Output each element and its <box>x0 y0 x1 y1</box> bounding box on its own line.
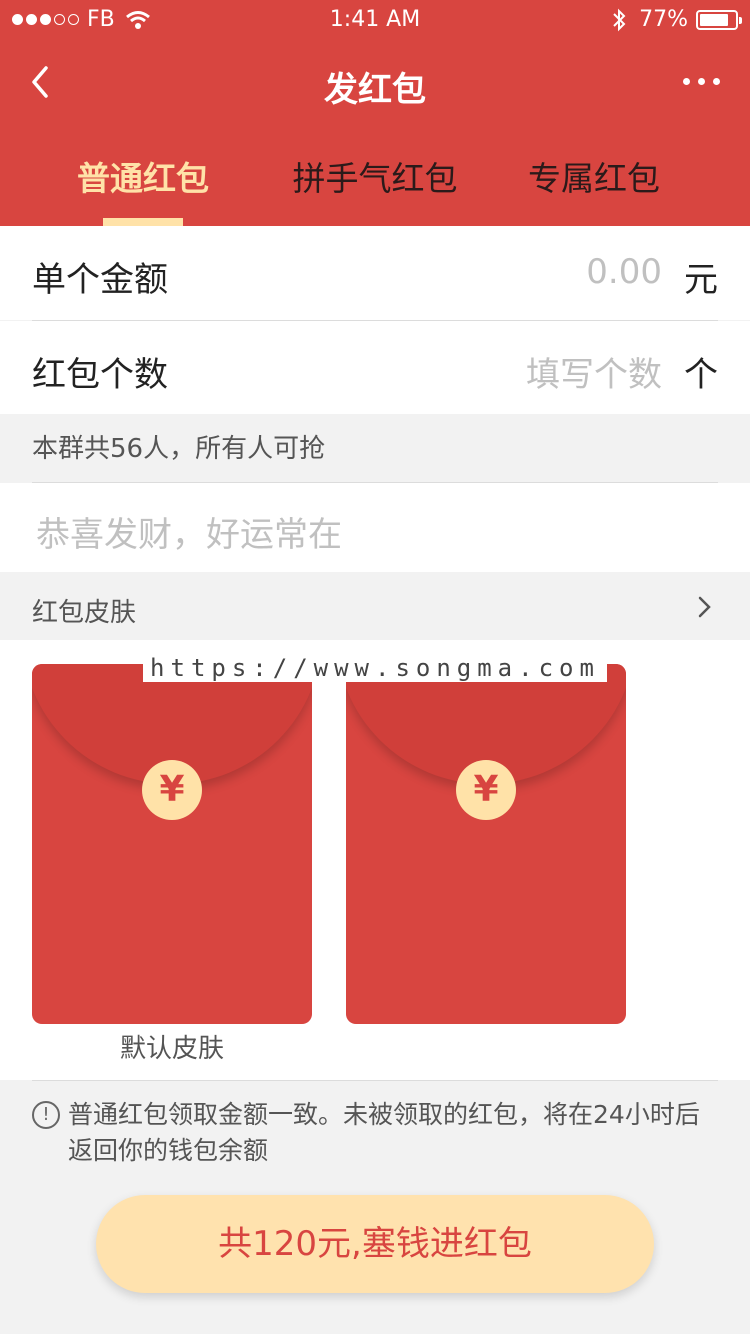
notice-text: 普通红包领取金额一致。未被领取的红包，将在24小时后返回你的钱包余额 <box>68 1100 700 1165</box>
watermark-url: https://www.songma.com <box>143 654 607 682</box>
status-right: 77% <box>611 7 742 32</box>
count-unit: 个 <box>684 355 718 395</box>
skin-header-label: 红包皮肤 <box>32 598 137 628</box>
count-row[interactable]: 红包个数 填写个数 个 <box>0 321 750 414</box>
battery-icon <box>696 9 742 30</box>
tab-exclusive-red-packet[interactable]: 专属红包 <box>474 152 714 200</box>
count-input[interactable]: 填写个数 <box>526 347 662 396</box>
group-info-row: 本群共56人，所有人可抢 <box>0 414 750 482</box>
yuan-coin-icon: ¥ <box>142 760 202 820</box>
skin-second-envelope[interactable]: ¥ <box>346 664 626 1024</box>
message-input[interactable]: 恭喜发财，好运常在 <box>36 507 342 556</box>
more-button[interactable] <box>683 78 720 85</box>
more-dots-icon <box>683 78 690 85</box>
tab-normal-red-packet[interactable]: 普通红包 <box>23 152 263 200</box>
chevron-right-icon <box>698 596 711 618</box>
amount-label: 单个金额 <box>32 260 168 300</box>
skins-area: ¥ 默认皮肤 ¥ <box>0 640 750 1080</box>
yuan-coin-icon: ¥ <box>456 760 516 820</box>
divider <box>32 1080 718 1081</box>
skin-default-envelope[interactable]: ¥ <box>32 664 312 1024</box>
nav-bar: 发红包 普通红包 拼手气红包 专属红包 <box>0 40 750 226</box>
skin-header-row[interactable]: 红包皮肤 <box>0 572 750 640</box>
bluetooth-icon <box>613 8 626 31</box>
count-label: 红包个数 <box>32 355 168 395</box>
amount-input[interactable]: 0.00 <box>586 252 662 292</box>
tab-indicator <box>103 218 183 226</box>
amount-row[interactable]: 单个金额 0.00 元 <box>0 226 750 320</box>
group-info: 本群共56人，所有人可抢 <box>32 434 326 464</box>
submit-button[interactable]: 共120元,塞钱进红包 <box>96 1195 654 1293</box>
info-icon: ! <box>32 1101 60 1129</box>
skin-default-caption: 默认皮肤 <box>119 1034 224 1064</box>
amount-unit: 元 <box>684 260 718 300</box>
page-title: 发红包 <box>324 70 426 110</box>
tab-lucky-red-packet[interactable]: 拼手气红包 <box>255 152 495 200</box>
status-bar: FB 1:41 AM 77% <box>0 0 750 40</box>
battery-percent: 77% <box>639 7 688 32</box>
message-row[interactable]: 恭喜发财，好运常在 <box>0 483 750 572</box>
